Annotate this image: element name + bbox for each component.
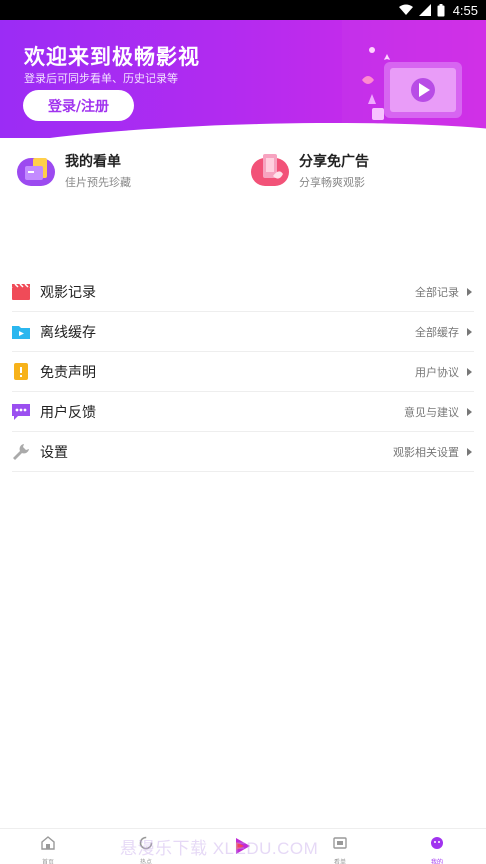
bottom-navigation: 首页 热点 看单 我的 [0,828,486,864]
hot-icon [139,836,153,850]
chevron-right-icon [467,447,472,456]
folder-play-icon [12,323,30,341]
menu-list: 观影记录 全部记录 离线缓存 全部缓存 免责声明 用户协议 用户反馈 意见与建议… [12,272,474,472]
menu-label: 离线缓存 [40,324,96,341]
menu-item-offline-cache[interactable]: 离线缓存 全部缓存 [12,312,474,352]
menu-hint: 意见与建议 [404,405,459,419]
menu-hint: 观影相关设置 [393,445,459,459]
quick-title: 我的看单 [65,153,121,170]
menu-hint: 全部记录 [415,285,459,299]
watchlist-icon [333,837,347,849]
menu-label: 设置 [40,444,68,461]
nav-label: 我的 [430,859,443,864]
menu-hint: 用户协议 [415,365,459,379]
menu-item-feedback[interactable]: 用户反馈 意见与建议 [12,392,474,432]
quick-title: 分享免广告 [299,153,369,170]
welcome-subtitle: 登录后可同步看单、历史记录等 [24,72,178,85]
share-phone-icon [251,154,289,186]
menu-item-watch-history[interactable]: 观影记录 全部记录 [12,272,474,312]
chevron-right-icon [467,327,472,336]
tv-illustration-icon [342,20,486,138]
nav-label: 热点 [139,859,152,864]
nav-profile[interactable]: 我的 [412,835,462,864]
nav-label: 看单 [333,859,346,864]
menu-item-settings[interactable]: 设置 观影相关设置 [12,432,474,472]
notice-icon [12,363,30,381]
menu-label: 免责声明 [40,364,96,381]
status-time: 4:55 [452,2,478,18]
welcome-header: 欢迎来到极畅影视 登录后可同步看单、历史记录等 登录/注册 [0,20,486,138]
my-watchlist-card[interactable]: 我的看单 佳片预先珍藏 [17,150,131,190]
film-clapper-icon [12,283,30,301]
nav-watchlist[interactable]: 看单 [315,835,365,864]
battery-icon [437,3,445,16]
status-bar: 4:55 [0,0,486,20]
menu-item-disclaimer[interactable]: 免责声明 用户协议 [12,352,474,392]
login-register-button[interactable]: 登录/注册 [23,90,134,121]
signal-icon [418,4,431,16]
play-logo-icon [236,838,250,854]
chevron-right-icon [467,407,472,416]
profile-icon [431,837,443,849]
share-no-ads-card[interactable]: 分享免广告 分享畅爽观影 [251,150,369,190]
wifi-icon [398,4,413,15]
chevron-right-icon [467,367,472,376]
nav-home[interactable]: 首页 [23,835,73,864]
quick-subtitle: 分享畅爽观影 [299,175,365,189]
chevron-right-icon [467,287,472,296]
chat-dots-icon [12,403,30,421]
menu-hint: 全部缓存 [415,325,459,339]
home-icon [41,836,55,850]
nav-center-play[interactable] [218,837,268,862]
welcome-title: 欢迎来到极畅影视 [24,45,200,69]
nav-label: 首页 [41,859,54,864]
watchlist-folder-icon [17,158,55,186]
nav-hot[interactable]: 热点 [121,835,171,864]
menu-label: 观影记录 [40,284,96,301]
quick-subtitle: 佳片预先珍藏 [65,175,131,189]
wrench-icon [12,443,30,461]
menu-label: 用户反馈 [40,404,96,421]
